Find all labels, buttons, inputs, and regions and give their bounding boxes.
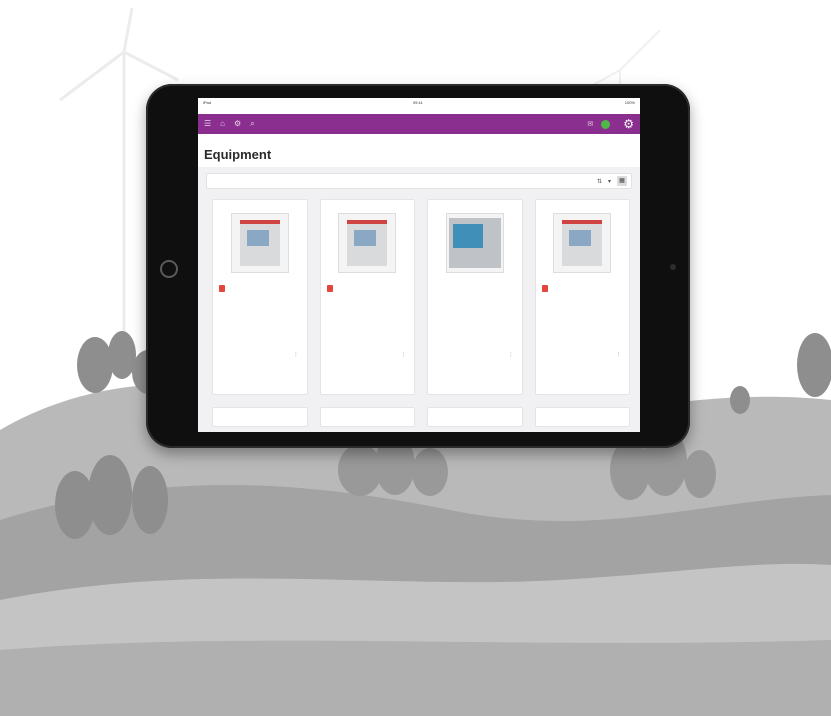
atm-image-screen [246, 230, 269, 246]
status-badge [326, 285, 333, 292]
atm-image-screen [452, 224, 483, 248]
equipment-image [338, 213, 397, 273]
filter-icon[interactable]: ▾ [608, 178, 611, 185]
equipment-card[interactable]: ⋮ [212, 199, 308, 395]
front-camera [670, 264, 676, 270]
atm-image-screen [354, 230, 377, 246]
status-left: iPad [203, 100, 212, 105]
equipment-image [230, 213, 289, 273]
equipment-card[interactable] [427, 407, 523, 427]
app-header: ☰ ⌂ ⚙ ⌕ ✉ ⚙ [198, 114, 640, 134]
equipment-card[interactable] [534, 407, 630, 427]
url-bar[interactable] [198, 107, 640, 114]
search-toolbar: ⇅ ▾ ▦ [206, 173, 632, 189]
equipment-card[interactable]: ⋮ [534, 199, 630, 395]
gear-icon[interactable]: ⚙ [623, 117, 634, 131]
atm-image-accent [562, 220, 603, 224]
home-icon[interactable]: ⌂ [220, 114, 225, 134]
tablet-screen: iPad 09:41 100% ☰ ⌂ ⚙ ⌕ ✉ ⚙ Equipment ⇅ … [198, 98, 640, 432]
status-battery: 100% [624, 100, 635, 105]
grid-view-icon[interactable]: ▦ [617, 176, 627, 186]
more-icon[interactable]: ⋮ [294, 352, 299, 358]
page-title: Equipment [198, 145, 640, 167]
equipment-card[interactable]: ⋮ [319, 199, 415, 395]
menu-icon[interactable]: ☰ [204, 114, 211, 134]
status-time: 09:41 [412, 100, 423, 105]
search-icon[interactable]: ⌕ [250, 114, 254, 134]
more-icon[interactable]: ⋮ [509, 352, 514, 358]
settings-icon[interactable]: ⚙ [234, 114, 241, 134]
status-badge [434, 285, 440, 292]
equipment-image [553, 213, 612, 273]
equipment-card[interactable]: ⋮ [427, 199, 523, 395]
status-badge [541, 285, 548, 292]
equipment-card[interactable] [319, 407, 415, 427]
more-icon[interactable]: ⋮ [616, 352, 621, 358]
status-bar: iPad 09:41 100% [198, 98, 640, 107]
ground-stripe [0, 640, 831, 716]
status-badge [219, 285, 225, 292]
equipment-card-list: ⋮ ⋮ ⋮ ⋮ [198, 189, 640, 395]
atm-image-screen [569, 230, 592, 246]
avatar[interactable] [601, 119, 611, 129]
tablet-device: iPad 09:41 100% ☰ ⌂ ⚙ ⌕ ✉ ⚙ Equipment ⇅ … [146, 84, 690, 448]
equipment-card[interactable] [212, 407, 308, 427]
chat-icon[interactable]: ✉ [587, 120, 593, 128]
atm-image-accent [347, 220, 388, 224]
more-icon[interactable]: ⋮ [401, 352, 406, 358]
sort-icon[interactable]: ⇅ [597, 178, 602, 185]
home-button[interactable] [160, 260, 178, 278]
equipment-card-list-next-row [198, 395, 640, 427]
breadcrumb [198, 134, 640, 145]
atm-image-accent [239, 220, 280, 224]
equipment-image [445, 213, 504, 273]
